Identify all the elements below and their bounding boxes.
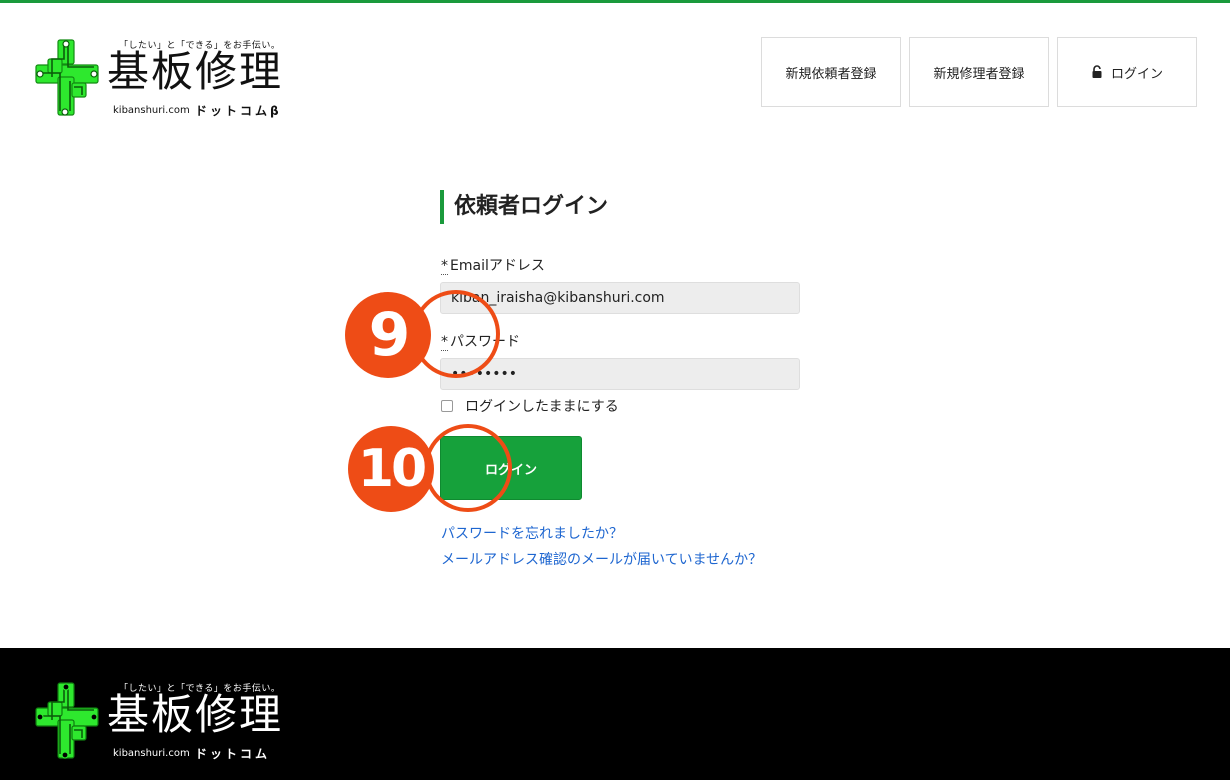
lock-icon <box>1092 65 1102 78</box>
email-label-text: Emailアドレス <box>450 258 545 274</box>
top-accent-bar <box>0 0 1230 3</box>
logo-domain: kibanshuri.com <box>113 105 190 116</box>
logo-wordmark: 基板修理 <box>107 690 284 739</box>
email-label: * Emailアドレス <box>441 255 545 275</box>
logo-wordmark: 基板修理 <box>107 47 284 96</box>
page-title: 依頼者ログイン <box>440 190 608 224</box>
highlight-ring-login <box>424 424 512 512</box>
resend-confirmation-link[interactable]: メールアドレス確認のメールが届いていませんか？ <box>441 549 762 569</box>
site-logo[interactable]: 「したい」と「できる」をお手伝い。 基板修理 kibanshuri.com ドッ… <box>34 37 294 123</box>
logo-kana: ドットコム <box>195 747 271 761</box>
remember-me[interactable]: ログインしたままにする <box>441 396 619 416</box>
circuit-logo-icon <box>35 39 99 116</box>
step-badge-10: 10 <box>348 426 434 512</box>
logo-domain: kibanshuri.com <box>113 748 190 759</box>
forgot-password-link[interactable]: パスワードを忘れましたか？ <box>441 523 623 543</box>
email-field[interactable]: kiban_iraisha@kibanshuri.com <box>440 282 800 314</box>
footer-logo[interactable]: 「したい」と「できる」をお手伝い。 基板修理 kibanshuri.com ドッ… <box>34 680 294 766</box>
required-mark: * <box>441 258 448 275</box>
remember-checkbox[interactable] <box>441 400 453 412</box>
register-requester-label: 新規依頼者登録 <box>785 66 877 82</box>
circuit-logo-icon <box>35 682 99 759</box>
step-number: 10 <box>357 439 427 499</box>
register-repairer-button[interactable]: 新規修理者登録 <box>909 37 1049 107</box>
register-requester-button[interactable]: 新規依頼者登録 <box>761 37 901 107</box>
password-field[interactable]: •••••••• <box>440 358 800 390</box>
remember-label: ログインしたままにする <box>465 399 619 415</box>
header-login-button[interactable]: ログイン <box>1057 37 1197 107</box>
register-repairer-label: 新規修理者登録 <box>933 66 1025 82</box>
step-badge-9: 9 <box>345 292 431 378</box>
header-login-label: ログイン <box>1110 66 1163 82</box>
step-number: 9 <box>368 300 411 370</box>
logo-kana: ドットコムβ <box>195 104 282 118</box>
